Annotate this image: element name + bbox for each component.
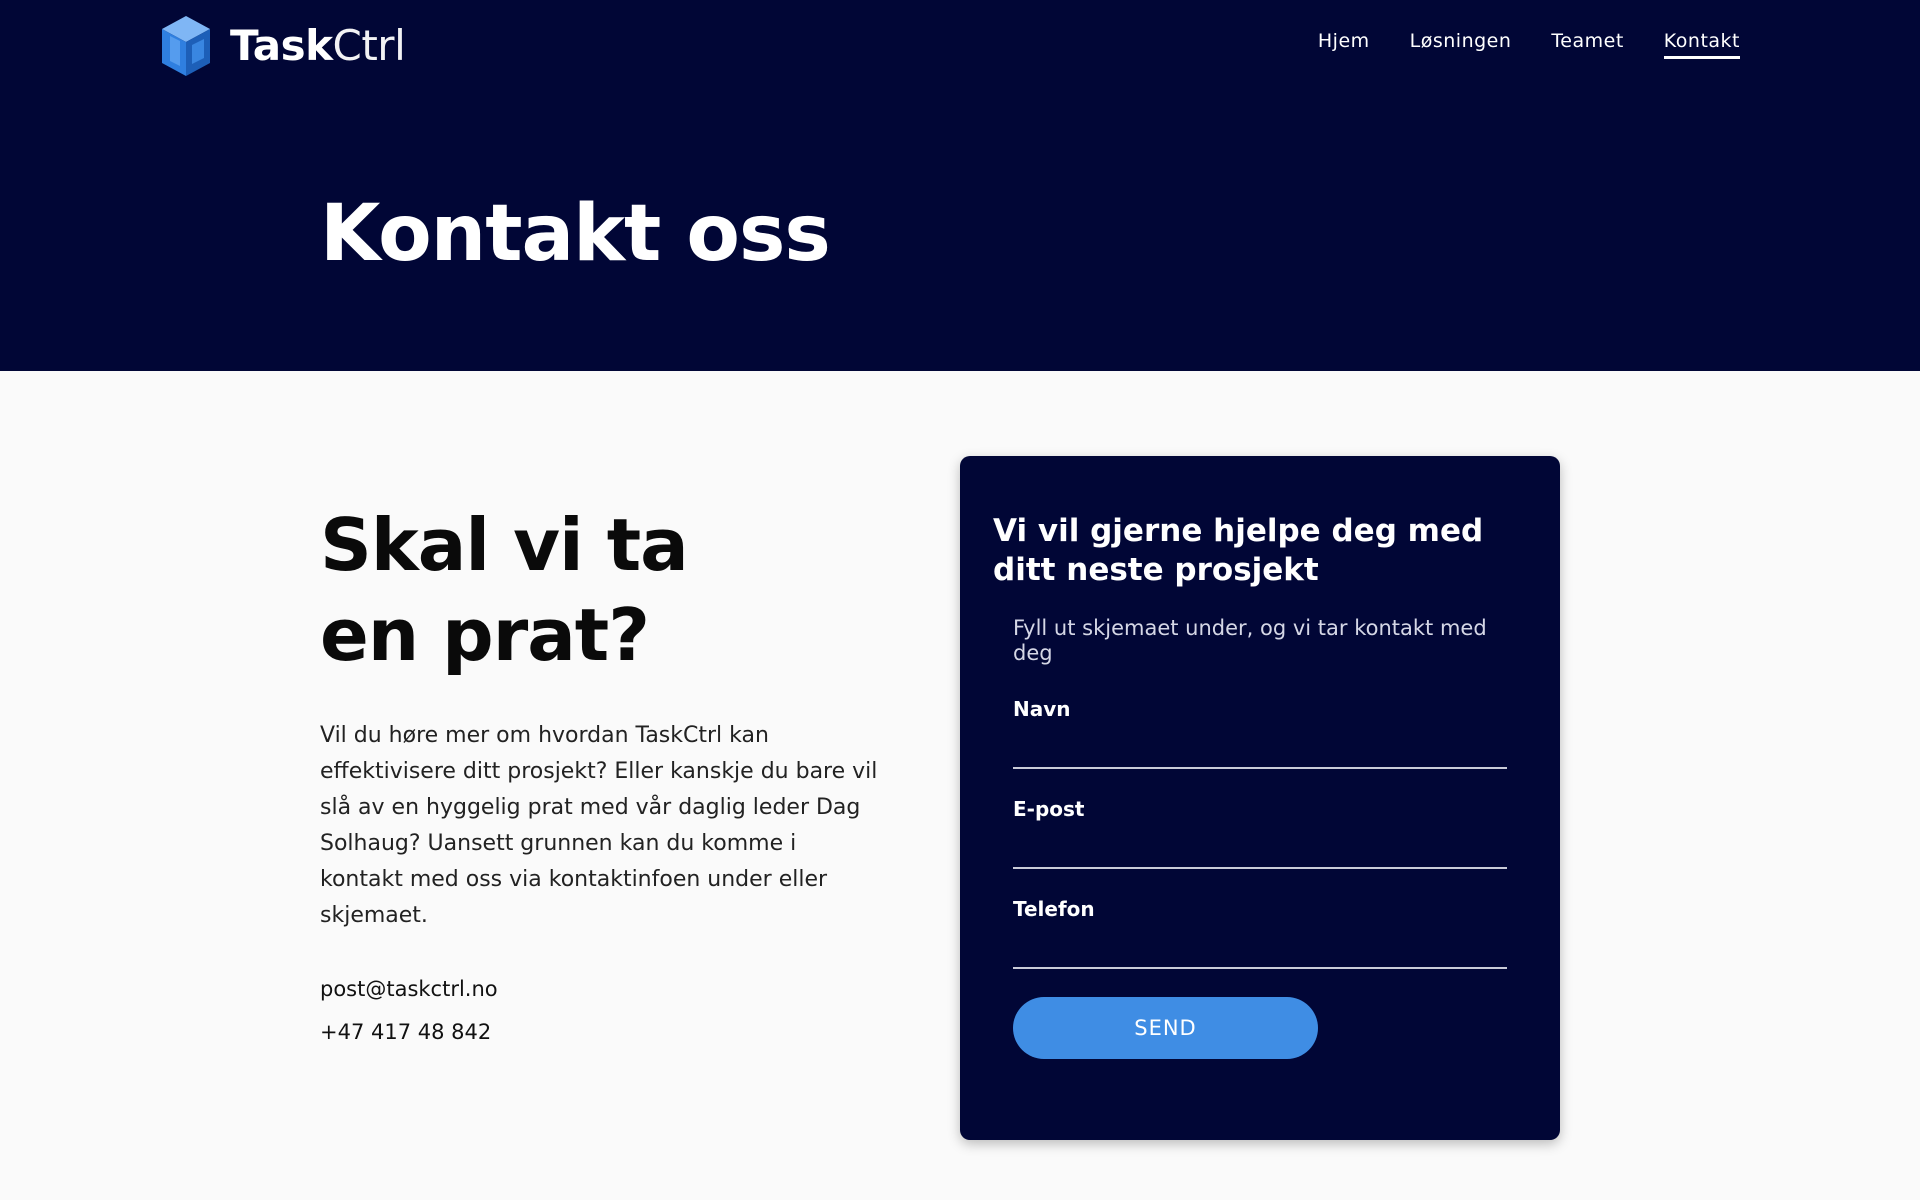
logo[interactable]: TaskCtrl: [158, 14, 406, 78]
form-subtitle: Fyll ut skjemaet under, og vi tar kontak…: [1013, 616, 1487, 665]
contact-info: post@taskctrl.no +47 417 48 842: [320, 968, 880, 1054]
form-title: Vi vil gjerne hjelpe deg med ditt neste …: [993, 513, 1484, 588]
name-input[interactable]: [1013, 735, 1507, 769]
nav-item-losningen[interactable]: Løsningen: [1410, 30, 1512, 59]
section-title-line-2: en prat?: [320, 593, 650, 677]
phone-input[interactable]: [1013, 935, 1507, 969]
main-nav: Hjem Løsningen Teamet Kontakt: [1318, 30, 1740, 59]
send-button[interactable]: SEND: [1013, 997, 1318, 1059]
email-input[interactable]: [1013, 835, 1507, 869]
contact-form-card: Vi vil gjerne hjelpe deg med ditt neste …: [960, 456, 1560, 1140]
page-title: Kontakt oss: [320, 189, 831, 279]
intro-text: Vil du høre mer om hvordan TaskCtrl kan …: [320, 723, 878, 928]
logo-text-ctrl: Ctrl: [332, 21, 406, 70]
name-field-group: Navn: [1013, 697, 1507, 769]
name-label: Navn: [1013, 697, 1071, 721]
phone-label: Telefon: [1013, 897, 1095, 921]
email-field-group: E-post: [1013, 797, 1507, 869]
nav-item-teamet[interactable]: Teamet: [1551, 30, 1623, 59]
nav-item-kontakt[interactable]: Kontakt: [1663, 30, 1740, 59]
nav-item-hjem[interactable]: Hjem: [1318, 30, 1370, 59]
contact-phone[interactable]: +47 417 48 842: [320, 1011, 880, 1054]
contact-email[interactable]: post@taskctrl.no: [320, 968, 880, 1011]
section-title: Skal vi ta en prat?: [320, 500, 880, 680]
cube-icon: [162, 16, 210, 76]
section-title-line-1: Skal vi ta: [320, 503, 689, 587]
logo-text-task: Task: [230, 21, 333, 70]
logo-wordmark: TaskCtrl: [230, 14, 406, 78]
email-label: E-post: [1013, 797, 1085, 821]
contact-intro: Skal vi ta en prat? Vil du høre mer om h…: [320, 500, 880, 1054]
hero-section: TaskCtrl Hjem Løsningen Teamet Kontakt K…: [0, 0, 1920, 371]
phone-field-group: Telefon: [1013, 897, 1507, 969]
